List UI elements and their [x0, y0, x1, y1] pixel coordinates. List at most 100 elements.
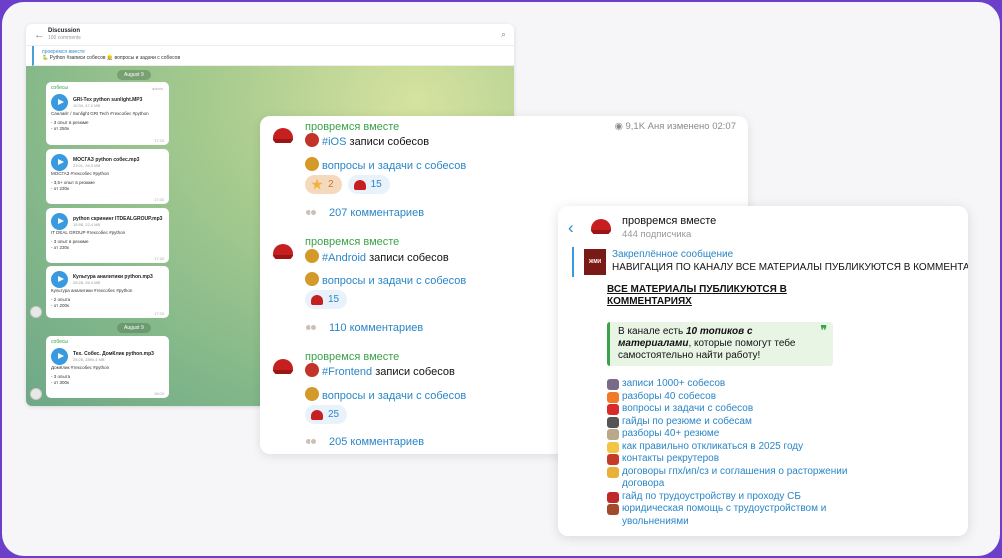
- pinned-message-bar[interactable]: ЖМИ Закреплённое сообщение НАВИГАЦИЯ ПО …: [572, 247, 968, 277]
- reaction-count: 15: [328, 294, 340, 305]
- avatar[interactable]: [272, 124, 294, 146]
- comments-link[interactable]: 207 комментариев: [305, 207, 424, 219]
- reaction-star[interactable]: 2: [305, 175, 342, 194]
- question-mark-icon: [607, 404, 619, 415]
- star-icon: [311, 178, 323, 190]
- avatar[interactable]: [30, 306, 42, 318]
- file-meta: 28:28, 26.4 MB: [73, 279, 101, 285]
- message-author: собесы: [51, 339, 69, 345]
- hat-icon: [311, 409, 323, 420]
- file-name: python скрининг ITDEALGROUP.mp3: [73, 215, 163, 222]
- hat-icon: [311, 294, 323, 305]
- reactions: 25: [305, 405, 348, 424]
- worker-emoji-icon: [305, 387, 319, 401]
- audio-message[interactable]: Культура аналитики python.mp3 28:28, 26.…: [46, 266, 169, 318]
- post-title-text: записи собесов: [372, 366, 455, 378]
- pinned-title: Закреплённое сообщение: [612, 249, 734, 260]
- message-line: - от 300к: [51, 380, 69, 385]
- topic-label: как правильно откликаться в 2025 году: [622, 440, 804, 452]
- topic-link[interactable]: контакты рекрутеров: [607, 453, 857, 466]
- avatar[interactable]: [272, 240, 294, 262]
- post-link-line: вопросы и задачи с собесов: [305, 387, 466, 402]
- topic-label: контакты рекрутеров: [622, 453, 720, 464]
- topic-label: разборы 40+ резюме: [622, 428, 720, 439]
- pepper-emoji-icon: [305, 133, 319, 147]
- topic-link[interactable]: записи 1000+ собесов: [607, 378, 857, 391]
- hashtag-link[interactable]: #Frontend: [322, 366, 372, 378]
- post-title-text: записи собесов: [366, 252, 449, 264]
- file-name: МОСГАЗ python собес.mp3: [73, 156, 140, 163]
- hashtag-link[interactable]: #iOS: [322, 136, 346, 148]
- reaction-count: 25: [328, 409, 340, 420]
- cherries-icon: [607, 491, 619, 503]
- topic-link[interactable]: гайды по резюме и собесам: [607, 416, 857, 429]
- topic-link[interactable]: как правильно откликаться в 2025 году: [607, 441, 857, 454]
- channel-name: провремся вместе: [622, 215, 717, 227]
- post-title: #iOS записи собесов: [305, 133, 429, 148]
- sunglasses-icon: [607, 466, 619, 478]
- pepper-emoji-icon: [305, 363, 319, 377]
- topic-link[interactable]: вопросы и задачи с собесов: [607, 403, 857, 416]
- topic-label: юридическая помощь с трудоустройством и …: [622, 503, 827, 527]
- brain-icon: [607, 429, 619, 440]
- comments-link[interactable]: 205 комментариев: [305, 436, 424, 448]
- post-meta-text: 9,1K Аня изменено 02:07: [625, 121, 737, 132]
- smirk-icon: [607, 441, 619, 453]
- quote-mark-icon: ❞: [820, 323, 827, 337]
- play-icon[interactable]: [51, 94, 68, 111]
- post-link[interactable]: вопросы и задачи с собесов: [322, 160, 466, 172]
- file-name: Тех. Собес. ДомКлик python.mp3: [73, 350, 154, 357]
- topic-link[interactable]: разборы 40+ резюме: [607, 428, 857, 441]
- play-icon[interactable]: [51, 154, 68, 171]
- avatar[interactable]: [30, 388, 42, 400]
- hashtag-link[interactable]: #Android: [322, 252, 366, 264]
- file-name: GRI-Тех python sunlight.MP3: [73, 96, 143, 103]
- chevron-left-icon[interactable]: ‹: [568, 218, 574, 238]
- message-line: - от 230к: [51, 186, 69, 191]
- message-line: - от 250к: [51, 126, 69, 131]
- play-icon[interactable]: [51, 348, 68, 365]
- audio-message[interactable]: python скрининг ITDEALGROUP.mp3 15:58, 2…: [46, 208, 169, 263]
- avatar[interactable]: [272, 355, 294, 377]
- hat-icon: [353, 179, 366, 190]
- reaction-hat[interactable]: 25: [305, 405, 348, 424]
- materials-heading: ВСЕ МАТЕРИАЛЫ ПУБЛИКУЮТСЯ В КОММЕНТАРИЯХ: [607, 284, 787, 307]
- comments-link[interactable]: 110 комментариев: [305, 322, 423, 334]
- discussion-pinned-message[interactable]: провремся вместе 🐍 Python #записи собесо…: [32, 46, 514, 66]
- comments-count: 207 комментариев: [329, 207, 425, 219]
- worker-emoji-icon: [305, 157, 319, 171]
- reaction-hat[interactable]: 15: [347, 175, 390, 194]
- topic-link[interactable]: разборы 40 собесов: [607, 391, 857, 404]
- topic-link[interactable]: договоры гпх/ип/сз и соглашения о растор…: [607, 466, 857, 491]
- worker-emoji-icon: [305, 272, 319, 286]
- play-icon[interactable]: [51, 271, 68, 288]
- message-time: 17:33: [153, 197, 164, 202]
- hammer-icon: [607, 504, 619, 515]
- audio-message[interactable]: собесы admin GRI-Тех python sunlight.MP3…: [46, 82, 169, 145]
- post-author: провремся вместе: [305, 121, 400, 133]
- search-icon[interactable]: ⌕: [501, 29, 506, 40]
- avatar[interactable]: [590, 215, 612, 237]
- back-arrow-icon[interactable]: ←: [34, 29, 48, 41]
- audio-message[interactable]: собесы Тех. Собес. ДомКлик python.mp3 25…: [46, 336, 169, 398]
- play-icon[interactable]: [51, 213, 68, 230]
- post-link[interactable]: вопросы и задачи с собесов: [322, 390, 466, 402]
- message-line: - от 200к: [51, 303, 69, 308]
- message-line: Санлайт / Sunlight GRI Tech #техсобес #p…: [51, 111, 149, 116]
- post-link[interactable]: вопросы и задачи с собесов: [322, 275, 466, 287]
- post-meta: ◉ 9,1K Аня изменено 02:07: [615, 121, 736, 132]
- reactions: 2 15: [305, 175, 390, 194]
- message-time: 17:33: [153, 256, 164, 261]
- audio-message[interactable]: МОСГАЗ python собес.mp3 23:01, 26.3 MB М…: [46, 149, 169, 204]
- topic-link[interactable]: гайд по трудоустройству и проходу СБ: [607, 491, 857, 504]
- topic-link[interactable]: юридическая помощь с трудоустройством и …: [607, 503, 857, 528]
- pinned-thumbnail: ЖМИ: [584, 249, 606, 275]
- topic-label: вопросы и задачи с собесов: [622, 403, 754, 414]
- file-meta: 23:01, 26.3 MB: [73, 162, 101, 168]
- admin-badge: admin: [152, 86, 163, 91]
- channel-info-window: ‹ провремся вместе 444 подписчика ЖМИ За…: [558, 206, 968, 536]
- post-link-line: вопросы и задачи с собесов: [305, 157, 466, 172]
- reaction-hat[interactable]: 15: [305, 290, 348, 309]
- topic-label: гайд по трудоустройству и проходу СБ: [622, 490, 801, 502]
- microphone-icon: [607, 379, 619, 390]
